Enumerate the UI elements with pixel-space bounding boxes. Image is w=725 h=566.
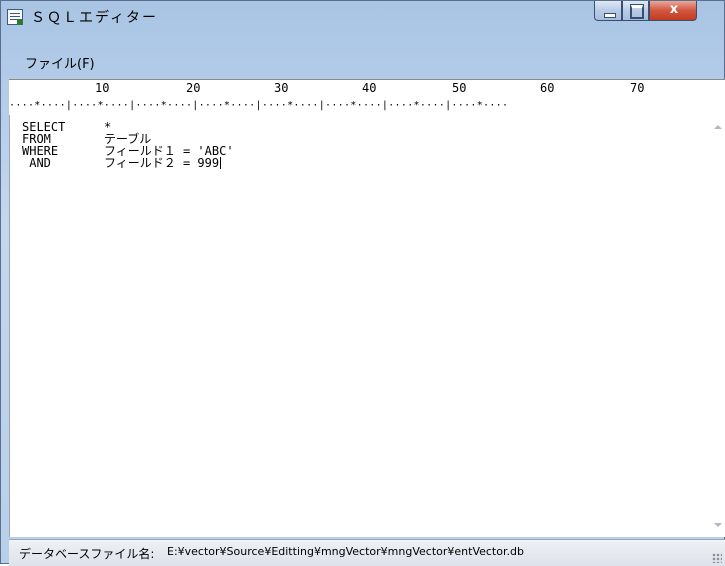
scroll-up-arrow-icon[interactable] <box>714 125 722 129</box>
scroll-down-arrow-icon[interactable] <box>714 523 722 527</box>
maximize-icon <box>630 4 644 19</box>
window-title: ＳＱＬエディター <box>31 10 159 26</box>
sql-code[interactable]: SELECT * FROM テーブル WHERE フィールド１ = 'ABC' AND… <box>22 121 234 169</box>
status-bar: データベースファイル名: E:¥vector¥Source¥Editting¥m… <box>9 539 725 566</box>
maximize-button[interactable] <box>622 1 649 21</box>
ruler-number: 50 <box>452 81 467 95</box>
ruler-number: 70 <box>630 81 645 95</box>
sql-editor-window: ＳＱＬエディター x ファイル(F) 10 20 30 40 50 60 70 … <box>0 0 725 566</box>
app-icon[interactable] <box>7 9 23 25</box>
sql-keyword: AND <box>22 156 51 170</box>
ruler-ticks: ····*····|····*····|····*····|····*····|… <box>9 100 509 111</box>
sql-text: フィールド２ = 999 <box>104 156 220 170</box>
ruler-number: 60 <box>540 81 555 95</box>
close-icon: x <box>669 2 679 17</box>
ruler-number: 40 <box>362 81 377 95</box>
resize-grip-icon[interactable] <box>712 553 722 563</box>
menu-file[interactable]: ファイル(F) <box>25 53 95 72</box>
code-line: AND フィールド２ = 999 <box>22 157 234 169</box>
database-file-path: E:¥vector¥Source¥Editting¥mngVector¥mngV… <box>167 545 524 558</box>
text-caret <box>220 157 222 169</box>
column-ruler: 10 20 30 40 50 60 70 ····*····|····*····… <box>9 79 725 116</box>
menu-bar: ファイル(F) <box>9 45 725 73</box>
minimize-icon <box>604 13 616 18</box>
title-bar[interactable]: ＳＱＬエディター x <box>1 1 725 45</box>
ruler-number: 20 <box>186 81 201 95</box>
database-file-label: データベースファイル名: <box>19 547 155 561</box>
close-button[interactable]: x <box>649 1 697 21</box>
vertical-scrollbar[interactable] <box>709 115 725 537</box>
minimize-button[interactable] <box>594 1 622 21</box>
sql-text-area[interactable]: SELECT * FROM テーブル WHERE フィールド１ = 'ABC' AND… <box>9 115 725 537</box>
ruler-number: 10 <box>95 81 110 95</box>
ruler-number: 30 <box>274 81 289 95</box>
